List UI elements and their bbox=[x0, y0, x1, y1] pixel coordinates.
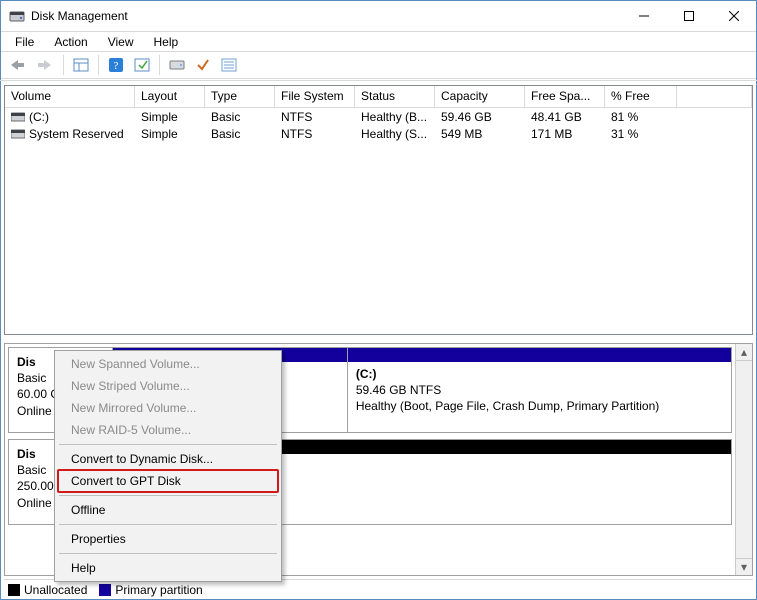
svg-text:?: ? bbox=[114, 60, 119, 72]
legend-primary: Primary partition bbox=[99, 583, 202, 597]
action-icon[interactable] bbox=[131, 54, 153, 76]
close-button[interactable] bbox=[711, 2, 756, 30]
context-menu: New Spanned Volume...New Striped Volume.… bbox=[54, 350, 282, 582]
window-title: Disk Management bbox=[31, 9, 128, 23]
volume-list[interactable]: VolumeLayoutTypeFile SystemStatusCapacit… bbox=[4, 85, 753, 335]
cell: System Reserved bbox=[5, 125, 135, 142]
content-area: VolumeLayoutTypeFile SystemStatusCapacit… bbox=[0, 80, 757, 600]
column-header[interactable]: % Free bbox=[605, 86, 677, 108]
context-menu-item: New Mirrored Volume... bbox=[57, 397, 279, 419]
cell: 59.46 GB bbox=[435, 108, 525, 125]
menu-separator bbox=[59, 553, 277, 554]
menu-help[interactable]: Help bbox=[144, 34, 189, 50]
disk-mgmt-icon bbox=[9, 8, 25, 24]
context-menu-item[interactable]: Convert to Dynamic Disk... bbox=[57, 448, 279, 470]
column-header[interactable]: Layout bbox=[135, 86, 205, 108]
check-icon[interactable] bbox=[192, 54, 214, 76]
menu-separator bbox=[59, 495, 277, 496]
cell: Simple bbox=[135, 125, 205, 142]
scrollbar[interactable]: ▴ ▾ bbox=[735, 344, 752, 575]
cell: (C:) bbox=[5, 108, 135, 125]
menu-bar: File Action View Help bbox=[1, 31, 756, 51]
partition-label: (C:)59.46 GB NTFSHealthy (Boot, Page Fil… bbox=[356, 366, 725, 415]
back-button[interactable] bbox=[5, 54, 29, 76]
context-menu-item[interactable]: Properties bbox=[57, 528, 279, 550]
cell: 549 MB bbox=[435, 125, 525, 142]
cell: 31 % bbox=[605, 125, 677, 142]
cell: Healthy (B... bbox=[355, 108, 435, 125]
volume-list-header[interactable]: VolumeLayoutTypeFile SystemStatusCapacit… bbox=[5, 86, 752, 108]
cell: Healthy (S... bbox=[355, 125, 435, 142]
cell: Basic bbox=[205, 108, 275, 125]
context-menu-item[interactable]: Convert to GPT Disk bbox=[57, 470, 279, 492]
scroll-down-icon[interactable]: ▾ bbox=[736, 558, 752, 575]
scroll-up-icon[interactable]: ▴ bbox=[736, 344, 752, 361]
menu-separator bbox=[59, 524, 277, 525]
context-menu-item[interactable]: Offline bbox=[57, 499, 279, 521]
column-header[interactable]: Volume bbox=[5, 86, 135, 108]
cell: 171 MB bbox=[525, 125, 605, 142]
menu-action[interactable]: Action bbox=[44, 34, 97, 50]
list-icon[interactable] bbox=[218, 54, 240, 76]
context-menu-item: New Spanned Volume... bbox=[57, 353, 279, 375]
column-header[interactable]: Capacity bbox=[435, 86, 525, 108]
view-icon[interactable] bbox=[70, 54, 92, 76]
toolbar-sep bbox=[63, 55, 64, 75]
table-row[interactable]: System Reserved SimpleBasicNTFSHealthy (S… bbox=[5, 125, 752, 142]
toolbar: ? bbox=[1, 51, 756, 79]
cell: NTFS bbox=[275, 108, 355, 125]
disk-pane[interactable]: (C:)59.46 GB NTFSHealthy (Boot, Page Fil… bbox=[348, 348, 731, 432]
partition-stripe bbox=[348, 348, 731, 362]
forward-button[interactable] bbox=[33, 54, 57, 76]
context-menu-item[interactable]: Help bbox=[57, 557, 279, 579]
drive-icon[interactable] bbox=[166, 54, 188, 76]
volume-name: (C:) bbox=[29, 110, 49, 124]
table-row[interactable]: (C:) SimpleBasicNTFSHealthy (B...59.46 GB… bbox=[5, 108, 752, 125]
menu-separator bbox=[59, 444, 277, 445]
legend: Unallocated Primary partition bbox=[4, 579, 753, 599]
column-header[interactable]: File System bbox=[275, 86, 355, 108]
cell: 81 % bbox=[605, 108, 677, 125]
column-header[interactable]: Type bbox=[205, 86, 275, 108]
toolbar-sep bbox=[98, 55, 99, 75]
toolbar-sep bbox=[159, 55, 160, 75]
minimize-button[interactable] bbox=[621, 2, 666, 30]
cell: Simple bbox=[135, 108, 205, 125]
column-header[interactable]: Status bbox=[355, 86, 435, 108]
maximize-button[interactable] bbox=[666, 2, 711, 30]
menu-file[interactable]: File bbox=[5, 34, 44, 50]
cell: Basic bbox=[205, 125, 275, 142]
title-bar: Disk Management bbox=[1, 1, 756, 31]
cell: 48.41 GB bbox=[525, 108, 605, 125]
context-menu-item: New Striped Volume... bbox=[57, 375, 279, 397]
volume-list-body[interactable]: (C:) SimpleBasicNTFSHealthy (B...59.46 GB… bbox=[5, 108, 752, 142]
menu-view[interactable]: View bbox=[98, 34, 144, 50]
context-menu-item: New RAID-5 Volume... bbox=[57, 419, 279, 441]
volume-name: System Reserved bbox=[29, 127, 124, 141]
cell: NTFS bbox=[275, 125, 355, 142]
help-icon[interactable]: ? bbox=[105, 54, 127, 76]
column-header[interactable]: Free Spa... bbox=[525, 86, 605, 108]
legend-unallocated: Unallocated bbox=[8, 583, 87, 597]
